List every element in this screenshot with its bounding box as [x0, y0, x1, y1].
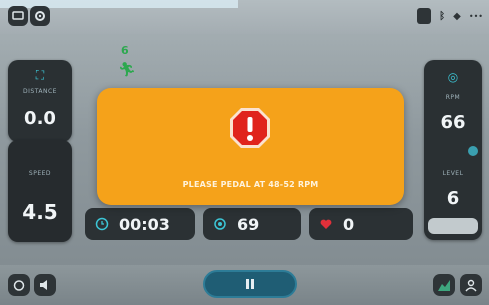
- alert-dialog[interactable]: PLEASE PEDAL AT 48-52 RPM: [97, 88, 404, 205]
- target-icon: [214, 218, 226, 230]
- distance-label: DISTANCE: [23, 88, 57, 95]
- screen-button[interactable]: [8, 6, 28, 26]
- warning-icon: [230, 108, 270, 148]
- center-stat: 69: [203, 208, 301, 240]
- distance-value: 0.0: [24, 108, 56, 129]
- chart-icon: [438, 280, 450, 291]
- speed-value: 4.5: [22, 200, 58, 224]
- alert-message: PLEASE PEDAL AT 48-52 RPM: [182, 180, 319, 189]
- right-metrics-panel: ◎ RPM 66 LEVEL 6: [424, 60, 482, 240]
- pause-icon: [246, 279, 254, 289]
- gear-icon: [35, 11, 45, 21]
- user-icon: [465, 279, 477, 292]
- screen-icon: [12, 11, 24, 20]
- rpm-label: RPM: [445, 94, 461, 101]
- app-screen: ᛒ ◆ ••• ⛶ DISTANCE 0.0 SPEED 4.5 ◎ RPM 6…: [0, 0, 489, 305]
- speed-label: SPEED: [28, 170, 52, 177]
- level-info-icon[interactable]: [468, 146, 478, 156]
- speed-panel: SPEED 4.5: [8, 140, 72, 242]
- center-value: 69: [237, 215, 260, 234]
- heart-icon: [320, 219, 332, 229]
- rpm-value: 66: [440, 112, 466, 133]
- runner-icon: 🏃︎: [118, 62, 136, 78]
- clock-icon: [95, 217, 109, 231]
- level-label: LEVEL: [442, 170, 464, 177]
- chart-button[interactable]: [433, 274, 455, 296]
- heart-value: 0: [343, 215, 355, 234]
- rpm-icon: ◎: [447, 70, 459, 84]
- bluetooth-icon: ᛒ: [439, 10, 446, 22]
- alarm-icon: [13, 280, 25, 291]
- activity-count: 6: [121, 44, 129, 57]
- volume-button[interactable]: [34, 274, 56, 296]
- level-value: 6: [446, 188, 460, 209]
- distance-icon: ⛶: [35, 68, 45, 82]
- top-bar: ᛒ ◆ •••: [0, 0, 489, 34]
- tablet-icon[interactable]: [417, 8, 432, 24]
- status-icons: ᛒ ◆ •••: [417, 8, 483, 24]
- pause-button[interactable]: [203, 270, 297, 298]
- time-stat: 00:03: [85, 208, 195, 240]
- settings-button[interactable]: [30, 6, 50, 26]
- time-value: 00:03: [119, 215, 170, 234]
- volume-icon: [40, 280, 47, 290]
- alarm-button[interactable]: [8, 274, 30, 296]
- wifi-icon: ◆: [453, 10, 461, 22]
- level-stepper[interactable]: [428, 218, 478, 234]
- user-button[interactable]: [460, 274, 482, 296]
- left-metrics-panel: ⛶ DISTANCE 0.0: [8, 60, 72, 142]
- more-icon: •••: [468, 11, 483, 21]
- heart-stat: 0: [309, 208, 413, 240]
